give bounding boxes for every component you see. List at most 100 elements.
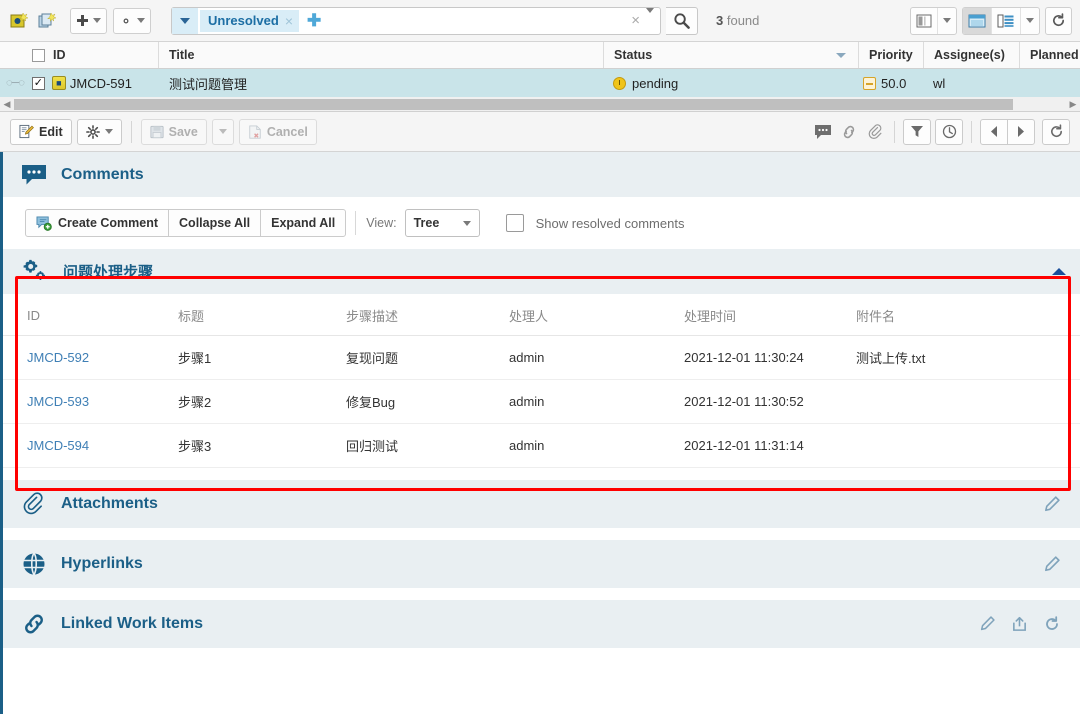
sort-desc-icon[interactable] (836, 52, 846, 58)
clear-search-icon[interactable]: × (631, 12, 640, 29)
scrollbar-thumb[interactable] (14, 98, 1014, 110)
top-toolbar: Unresolved × ✚ × 3 found (0, 0, 1080, 42)
table-view-button[interactable] (963, 7, 991, 34)
results-count: 3 found (716, 13, 759, 28)
section-header-comments[interactable]: Comments (3, 152, 1080, 197)
globe-icon (21, 552, 47, 576)
edit-button-label: Edit (39, 124, 63, 139)
chevron-down-icon (218, 129, 227, 134)
remove-token-icon[interactable]: × (285, 13, 293, 29)
reload-button[interactable] (1042, 118, 1070, 145)
edit-pencil-icon[interactable] (1043, 495, 1060, 513)
view-dropdown[interactable] (1020, 7, 1039, 34)
row-cell-id[interactable]: ◌─◌ ✓ ■ JMCD-591 (0, 69, 158, 97)
column-header-status[interactable]: Status (603, 42, 858, 68)
filter-token-unresolved[interactable]: Unresolved × (200, 9, 299, 32)
expand-all-button[interactable]: Expand All (260, 209, 347, 237)
select-all-checkbox[interactable] (32, 48, 45, 62)
columns-icon (916, 14, 932, 27)
section-steps-actions (1052, 268, 1066, 275)
row-id-label[interactable]: JMCD-591 (70, 76, 132, 91)
section-title-comments: Comments (61, 165, 144, 183)
row-cell-title[interactable]: 测试问题管理 (158, 69, 603, 97)
status-pending-icon (613, 76, 626, 90)
next-button[interactable] (1007, 118, 1035, 145)
search-options-chevron-icon[interactable] (646, 8, 654, 28)
search-button[interactable] (666, 6, 698, 35)
row-cell-planned (1019, 69, 1080, 97)
columns-dropdown[interactable] (937, 7, 956, 34)
comment-icon[interactable] (812, 121, 834, 143)
collapse-section-icon[interactable] (1052, 268, 1066, 275)
save-options-button[interactable] (211, 118, 234, 145)
section-header-linked-work-items[interactable]: Linked Work Items (3, 600, 1080, 648)
edit-button[interactable]: Edit (10, 118, 72, 145)
collapse-all-button[interactable]: Collapse All (168, 209, 262, 237)
new-document-icon[interactable] (36, 10, 58, 32)
add-button[interactable] (70, 7, 107, 34)
column-header-id[interactable]: ID (0, 42, 158, 68)
section-header-attachments[interactable]: Attachments (3, 480, 1080, 528)
refresh-icon (1050, 124, 1062, 138)
filter-button[interactable] (903, 118, 931, 145)
step-id-cell[interactable]: JMCD-593 (3, 379, 178, 424)
scrollbar-track[interactable] (14, 98, 1066, 111)
expand-all-label: Expand All (271, 216, 336, 230)
refresh-icon[interactable] (1044, 616, 1060, 632)
edit-pencil-icon[interactable] (1043, 555, 1060, 573)
share-export-icon[interactable] (1011, 616, 1028, 632)
scroll-right-arrow-icon[interactable]: ▶ (1066, 99, 1080, 110)
gear-icon (123, 18, 129, 23)
add-filter-icon[interactable]: ✚ (307, 12, 321, 29)
column-label-id: ID (53, 48, 66, 62)
refresh-button[interactable] (1046, 8, 1071, 34)
search-dropdown-toggle[interactable] (172, 7, 198, 34)
columns-button[interactable] (911, 8, 937, 34)
horizontal-scrollbar[interactable]: ◀ ▶ (0, 97, 1080, 112)
table-row[interactable]: ◌─◌ ✓ ■ JMCD-591 测试问题管理 pending 50.0 wl (0, 69, 1080, 97)
column-header-assignees[interactable]: Assignee(s) (923, 42, 1019, 68)
results-label: found (726, 13, 760, 28)
column-header-title[interactable]: Title (158, 42, 603, 68)
step-id-link[interactable]: JMCD-592 (27, 350, 89, 365)
step-description-cell: 回归测试 (346, 423, 509, 468)
show-resolved-checkbox[interactable] (505, 214, 524, 232)
column-header-priority[interactable]: Priority (858, 42, 923, 68)
section-header-steps[interactable]: 问题处理步骤 (3, 249, 1080, 294)
row-checkbox[interactable]: ✓ (31, 76, 45, 90)
table-row[interactable]: JMCD-592 步骤1 复现问题 admin 2021-12-01 11:30… (3, 335, 1080, 380)
previous-button[interactable] (980, 118, 1008, 145)
navigation-group (980, 118, 1035, 145)
link-icon[interactable] (838, 121, 860, 143)
history-button[interactable] (935, 118, 963, 145)
column-header-planned[interactable]: Planned (1019, 42, 1080, 68)
save-icon (150, 125, 164, 138)
edit-options-button[interactable] (76, 118, 122, 145)
edit-pencil-icon[interactable] (979, 616, 995, 632)
save-button[interactable]: Save (140, 118, 207, 145)
create-comment-label: Create Comment (58, 216, 159, 230)
cancel-button[interactable]: Cancel (238, 118, 317, 145)
steps-table: ID 标题 步骤描述 处理人 处理时间 附件名 JMCD-592 步骤1 复现问… (3, 294, 1080, 468)
search-box[interactable]: Unresolved × ✚ × (171, 6, 661, 35)
section-header-hyperlinks[interactable]: Hyperlinks (3, 540, 1080, 588)
chain-link-icon (21, 612, 47, 636)
scroll-left-arrow-icon[interactable]: ◀ (0, 99, 14, 110)
view-select[interactable]: Tree (404, 209, 480, 237)
settings-button[interactable] (113, 7, 151, 34)
chevron-down-icon (93, 18, 101, 23)
paperclip-icon (21, 492, 47, 516)
create-comment-button[interactable]: Create Comment (25, 209, 170, 237)
step-id-cell[interactable]: JMCD-592 (3, 335, 178, 380)
new-work-item-icon[interactable] (8, 10, 30, 32)
attachment-icon[interactable] (864, 121, 886, 143)
step-id-link[interactable]: JMCD-594 (27, 438, 89, 453)
work-item-table-header: ID Title Status Priority Assignee(s) Pla… (0, 42, 1080, 69)
row-assignee-label: wl (933, 75, 946, 91)
table-row[interactable]: JMCD-594 步骤3 回归测试 admin 2021-12-01 11:31… (3, 423, 1080, 468)
step-id-link[interactable]: JMCD-593 (27, 394, 89, 409)
table-row[interactable]: JMCD-593 步骤2 修复Bug admin 2021-12-01 11:3… (3, 379, 1080, 424)
step-id-cell[interactable]: JMCD-594 (3, 423, 178, 468)
detail-view-button[interactable] (991, 7, 1020, 34)
step-title-cell: 步骤3 (178, 423, 346, 468)
